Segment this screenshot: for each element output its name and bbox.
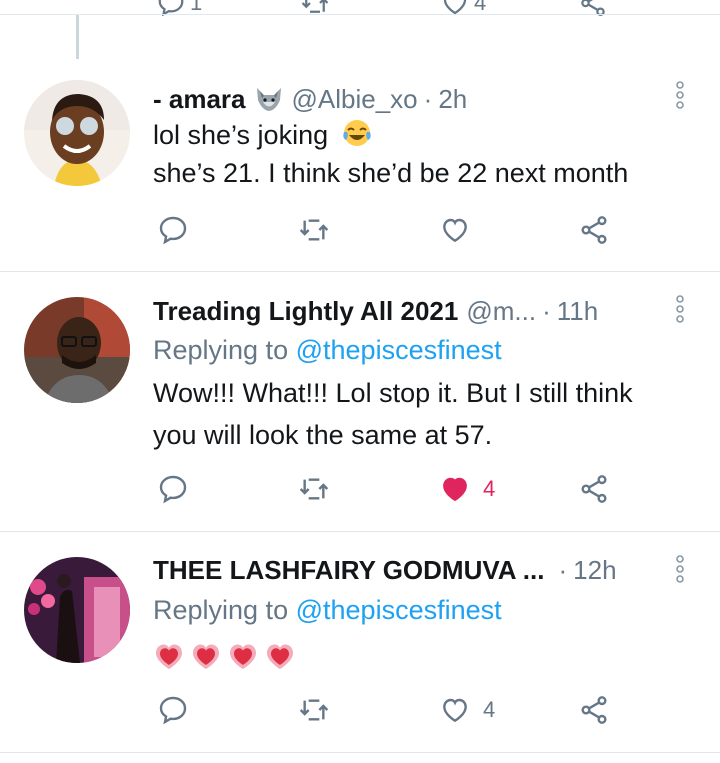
- growing-heart-emoji-icon: [230, 644, 256, 669]
- replying-to-line: Replying to @thepiscesfinest: [153, 595, 502, 626]
- tweet-actions: 4: [0, 473, 720, 513]
- tweet-emoji-row: [153, 640, 301, 672]
- user-handle[interactable]: @m...: [466, 296, 536, 327]
- display-name[interactable]: Treading Lightly All 2021: [153, 296, 458, 327]
- timestamp[interactable]: 11h: [557, 296, 598, 327]
- heart-filled-icon: [443, 477, 467, 502]
- tweet-actions: [0, 214, 720, 254]
- tweet-text-line: Wow!!! What!!! Lol stop it. But I still …: [153, 378, 633, 408]
- more-vertical-icon: [676, 81, 684, 109]
- like-button[interactable]: [439, 214, 483, 246]
- retweet-button[interactable]: [298, 694, 330, 726]
- display-name[interactable]: - amara: [153, 84, 246, 115]
- retweet-button[interactable]: [298, 473, 330, 505]
- more-vertical-icon: [676, 295, 684, 323]
- share-icon: [581, 475, 607, 503]
- growing-heart-emoji-icon: [193, 644, 219, 669]
- separator-dot: ·: [558, 554, 568, 585]
- retweet-icon: [299, 699, 329, 721]
- tweet-text-line: you will look the same at 57.: [153, 420, 493, 450]
- more-vertical-icon: [676, 555, 684, 583]
- retweet-icon: [299, 219, 329, 241]
- share-button[interactable]: [578, 473, 610, 505]
- tweet-header: THEE LASHFAIRY GODMUVA ... · 12h: [153, 553, 617, 587]
- share-button[interactable]: [578, 214, 610, 246]
- replying-to-label: Replying to: [153, 335, 289, 365]
- tweet-text: lol she’s joking: [153, 120, 329, 150]
- divider: [0, 14, 720, 15]
- divider: [0, 271, 720, 272]
- like-count: 4: [483, 476, 496, 501]
- share-button[interactable]: [578, 694, 610, 726]
- reply-button[interactable]: [157, 214, 189, 246]
- heart-icon: [443, 218, 467, 243]
- wolf-emoji-icon: [254, 86, 284, 112]
- growing-heart-emoji-icon: [267, 644, 293, 669]
- replying-to-handle[interactable]: @thepiscesfinest: [296, 595, 502, 625]
- divider: [0, 531, 720, 532]
- more-options-button[interactable]: [672, 80, 688, 110]
- reply-icon: [159, 475, 187, 504]
- display-name[interactable]: THEE LASHFAIRY GODMUVA ...: [153, 555, 544, 586]
- user-handle[interactable]: @Albie_xo: [292, 84, 418, 115]
- tweet-text-line: lol she’s joking: [153, 118, 372, 155]
- tweet-header: - amara @Albie_xo · 2h: [153, 82, 467, 116]
- timestamp[interactable]: 12h: [573, 555, 616, 586]
- reply-icon: [159, 696, 187, 725]
- avatar[interactable]: [24, 297, 130, 403]
- reply-button[interactable]: [157, 694, 189, 726]
- reply-icon: [159, 216, 187, 245]
- tweet-actions: 4: [0, 694, 720, 734]
- thread-connector-line: [76, 15, 79, 59]
- replying-to-label: Replying to: [153, 595, 289, 625]
- avatar[interactable]: [24, 557, 130, 663]
- timestamp[interactable]: 2h: [438, 84, 467, 115]
- divider: [0, 752, 720, 753]
- tweet-text-line: she’s 21. I think she’d be 22 next month: [153, 158, 629, 188]
- share-icon: [581, 696, 607, 724]
- share-icon: [581, 216, 607, 244]
- separator-dot: ·: [423, 83, 433, 114]
- replying-to-line: Replying to @thepiscesfinest: [153, 335, 502, 366]
- growing-heart-emoji-icon: [156, 644, 182, 669]
- more-options-button[interactable]: [672, 554, 688, 584]
- more-options-button[interactable]: [672, 294, 688, 324]
- tears-of-joy-emoji-icon: [342, 118, 372, 155]
- avatar[interactable]: [24, 80, 130, 186]
- like-count: 4: [483, 697, 496, 722]
- retweet-icon: [299, 478, 329, 500]
- like-button[interactable]: 4: [439, 694, 495, 726]
- heart-icon: [443, 698, 467, 723]
- separator-dot: ·: [542, 295, 551, 326]
- reply-button[interactable]: [157, 473, 189, 505]
- tweet-header: Treading Lightly All 2021 @m... · 11h: [153, 294, 598, 328]
- replying-to-handle[interactable]: @thepiscesfinest: [296, 335, 502, 365]
- retweet-button[interactable]: [298, 214, 330, 246]
- like-button[interactable]: 4: [439, 473, 495, 505]
